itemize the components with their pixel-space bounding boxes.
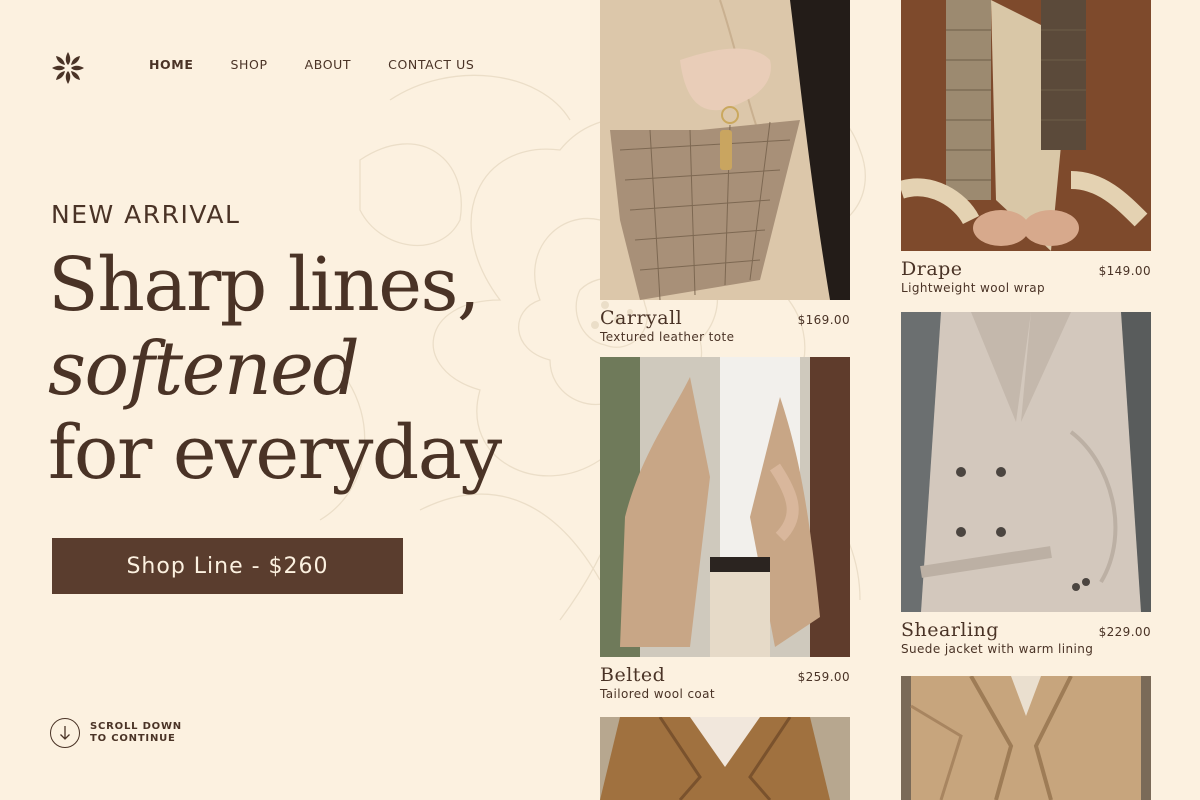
main-nav: HOME SHOP ABOUT CONTACT US: [149, 57, 511, 72]
scroll-text: SCROLL DOWN TO CONTINUE: [90, 721, 190, 745]
product-price-carryall: $169.00: [797, 313, 850, 327]
nav-about-link[interactable]: ABOUT: [305, 57, 352, 72]
product-image-belted[interactable]: [600, 357, 850, 657]
nav-home-link[interactable]: HOME: [149, 57, 193, 72]
scroll-text-line-2: TO CONTINUE: [90, 733, 176, 744]
arrow-down-icon: [50, 718, 80, 748]
scroll-down-hint[interactable]: SCROLL DOWN TO CONTINUE: [50, 718, 190, 748]
product-image-trench[interactable]: [901, 676, 1151, 800]
product-card-camel-coat: [600, 717, 850, 800]
product-image-carryall[interactable]: [600, 0, 850, 300]
product-card-trench: [901, 676, 1151, 800]
product-price-shearling: $229.00: [1098, 625, 1151, 639]
product-image-shearling[interactable]: [901, 312, 1151, 612]
product-name-drape[interactable]: Drape: [901, 258, 963, 280]
headline-line-3: for everyday: [48, 410, 502, 496]
product-card-belted: Belted $259.00 Tailored wool coat: [600, 357, 850, 701]
product-name-shearling[interactable]: Shearling: [901, 619, 999, 641]
product-price-belted: $259.00: [797, 670, 850, 684]
product-card-drape: Drape $149.00 Lightweight wool wrap: [901, 0, 1151, 295]
product-name-carryall[interactable]: Carryall: [600, 307, 682, 329]
product-desc-drape: Lightweight wool wrap: [901, 281, 1045, 295]
product-name-belted[interactable]: Belted: [600, 664, 665, 686]
hero-headline: Sharp lines, softened for everyday: [48, 243, 588, 495]
scroll-text-line-1: SCROLL DOWN: [90, 721, 182, 732]
nav-contact-link[interactable]: CONTACT US: [388, 57, 474, 72]
nav-shop-link[interactable]: SHOP: [230, 57, 267, 72]
shop-line-button[interactable]: Shop Line - $260: [52, 538, 403, 594]
hero-eyebrow: NEW ARRIVAL: [51, 200, 241, 229]
product-card-carryall: Carryall $169.00 Textured leather tote: [600, 0, 850, 344]
flower-logo-icon[interactable]: [50, 50, 86, 86]
product-desc-shearling: Suede jacket with warm lining: [901, 642, 1094, 656]
product-image-camel-coat[interactable]: [600, 717, 850, 800]
product-desc-carryall: Textured leather tote: [600, 330, 735, 344]
product-price-drape: $149.00: [1098, 264, 1151, 278]
headline-line-1: Sharp lines,: [48, 242, 481, 328]
product-card-shearling: Shearling $229.00 Suede jacket with warm…: [901, 312, 1151, 656]
headline-line-2: softened: [48, 326, 360, 412]
product-image-drape[interactable]: [901, 0, 1151, 251]
product-desc-belted: Tailored wool coat: [600, 687, 716, 701]
